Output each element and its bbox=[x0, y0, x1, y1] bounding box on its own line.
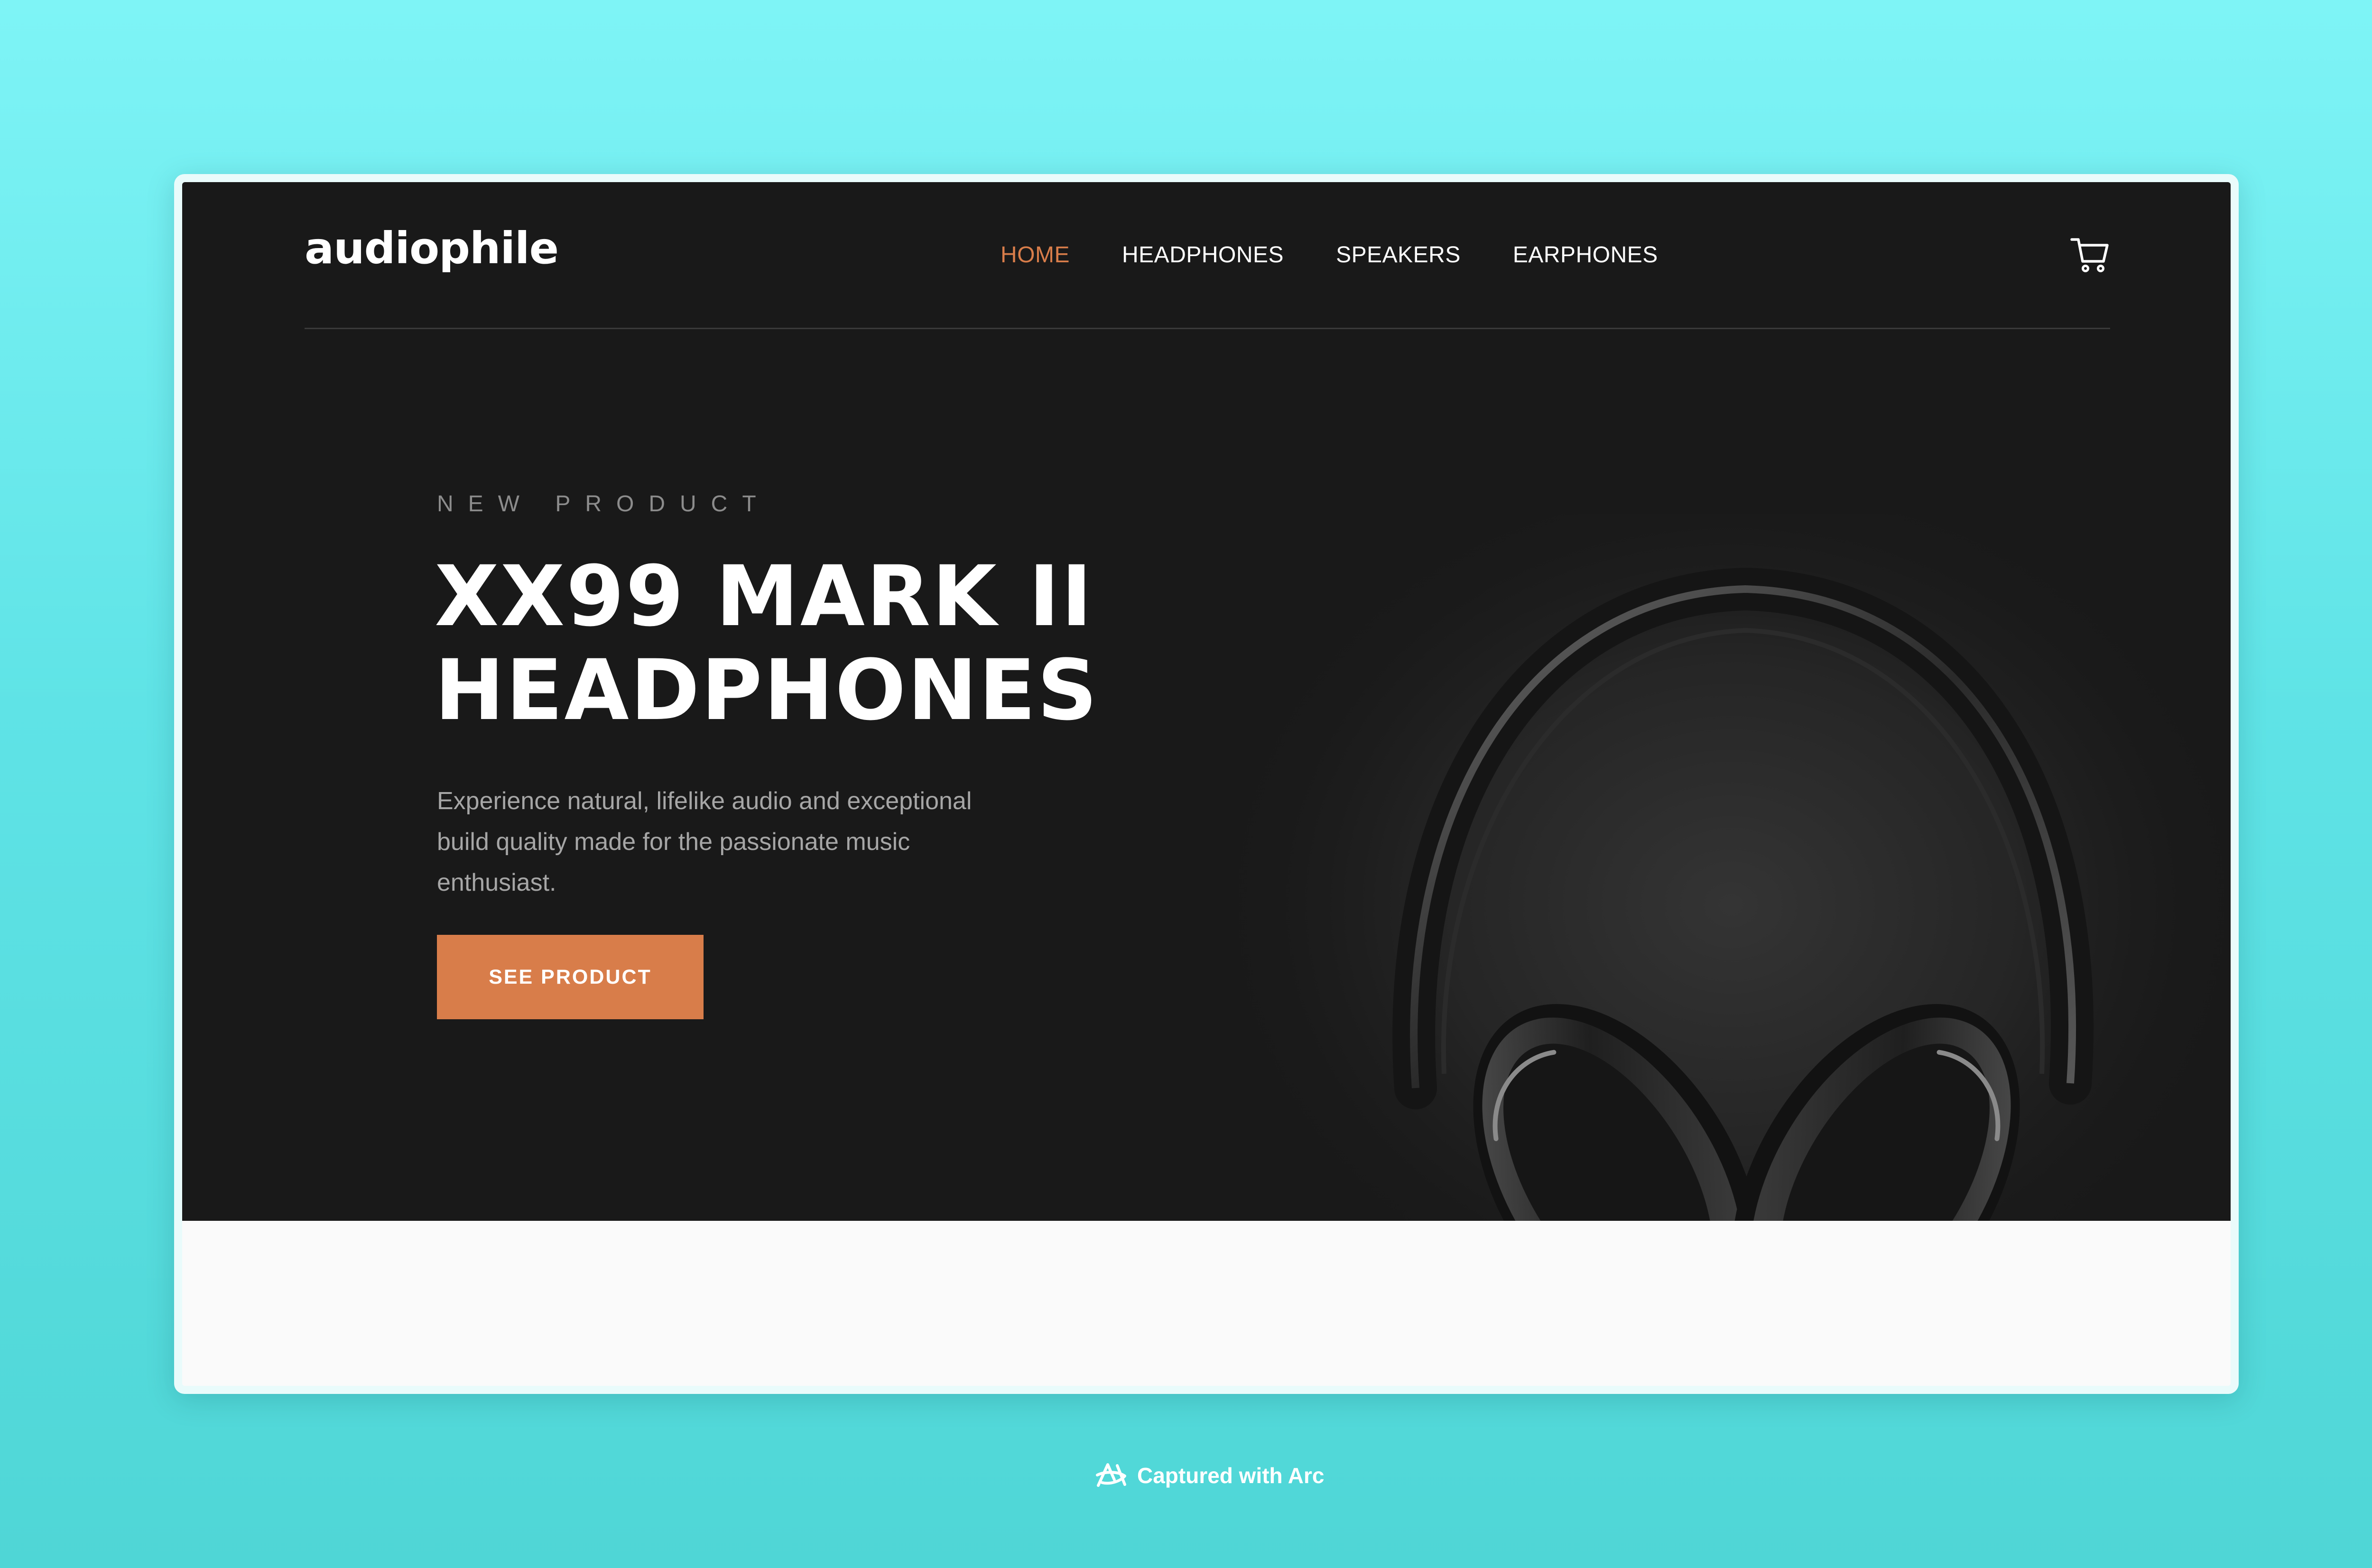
content-area bbox=[182, 1221, 2231, 1386]
capture-caption: Captured with Arc bbox=[1093, 1461, 1324, 1490]
header-divider bbox=[305, 328, 2110, 329]
capture-caption-text: Captured with Arc bbox=[1137, 1463, 1325, 1488]
headphones-image bbox=[1200, 514, 2231, 1221]
page-viewport: audiophile HOME HEADPHONES SPEAKERS EARP… bbox=[182, 182, 2231, 1386]
nav-item-home[interactable]: HOME bbox=[1001, 244, 1070, 267]
browser-window: audiophile HOME HEADPHONES SPEAKERS EARP… bbox=[174, 174, 2239, 1394]
see-product-button[interactable]: SEE PRODUCT bbox=[437, 935, 704, 1019]
nav-item-speakers[interactable]: SPEAKERS bbox=[1336, 244, 1461, 267]
hero-section: audiophile HOME HEADPHONES SPEAKERS EARP… bbox=[182, 182, 2231, 1221]
nav-item-earphones[interactable]: EARPHONES bbox=[1513, 244, 1658, 267]
main-nav: HOME HEADPHONES SPEAKERS EARPHONES bbox=[1001, 244, 1658, 267]
product-description: Experience natural, lifelike audio and e… bbox=[437, 787, 972, 896]
cart-icon[interactable] bbox=[2070, 236, 2109, 273]
new-product-eyebrow: NEW PRODUCT bbox=[437, 491, 771, 517]
nav-item-headphones[interactable]: HEADPHONES bbox=[1122, 244, 1284, 267]
site-logo[interactable]: audiophile bbox=[305, 227, 559, 270]
arc-logo-icon bbox=[1096, 1463, 1126, 1487]
